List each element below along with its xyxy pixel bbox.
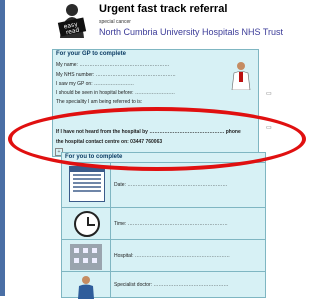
doctor-icon [231,62,251,90]
gp-line-nhs: My NHS number: ………………………………………… [56,72,176,78]
trust-name: North Cumbria University Hospitals NHS T… [99,27,284,37]
page-title: Urgent fast track referral [99,3,228,15]
patient-section-box: For you to complete Date: ……………………………………… [61,152,266,299]
specialist-doctor-icon [78,276,94,299]
easy-read-logo: easy read [57,4,87,38]
hospital-field-label[interactable]: Hospital: ………………………………………………… [114,253,230,259]
table-row: Specialist doctor: ……………………………………… [62,271,265,299]
comment-marker-icon[interactable]: ▭ [266,90,272,97]
hospital-icon [70,244,102,270]
clock-icon [74,211,100,237]
document-page: easy read Urgent fast track referral spe… [6,0,306,299]
left-edge-strip [0,0,5,296]
table-row: Hospital: ………………………………………………… [62,239,265,272]
gp-line-seen-before: I should be seen in hospital before: ………… [56,90,175,96]
time-field-label[interactable]: Time: …………………………………………………… [114,221,228,227]
table-row: Time: …………………………………………………… [62,207,265,240]
date-field-label[interactable]: Date: …………………………………………………… [114,182,227,188]
red-annotation-ellipse [8,107,306,171]
calendar-icon [69,166,105,202]
gp-section-heading: For your GP to complete [56,51,126,57]
gp-line-speciality: The speciality I am being referred to is… [56,99,143,105]
gp-line-saw-gp: I saw my GP on: …………………… [56,81,134,87]
subtitle-small: special cancer [99,19,131,25]
specialist-field-label[interactable]: Specialist doctor: ……………………………………… [114,282,228,288]
gp-line-name: My name: ……………………………………………… [56,62,170,68]
